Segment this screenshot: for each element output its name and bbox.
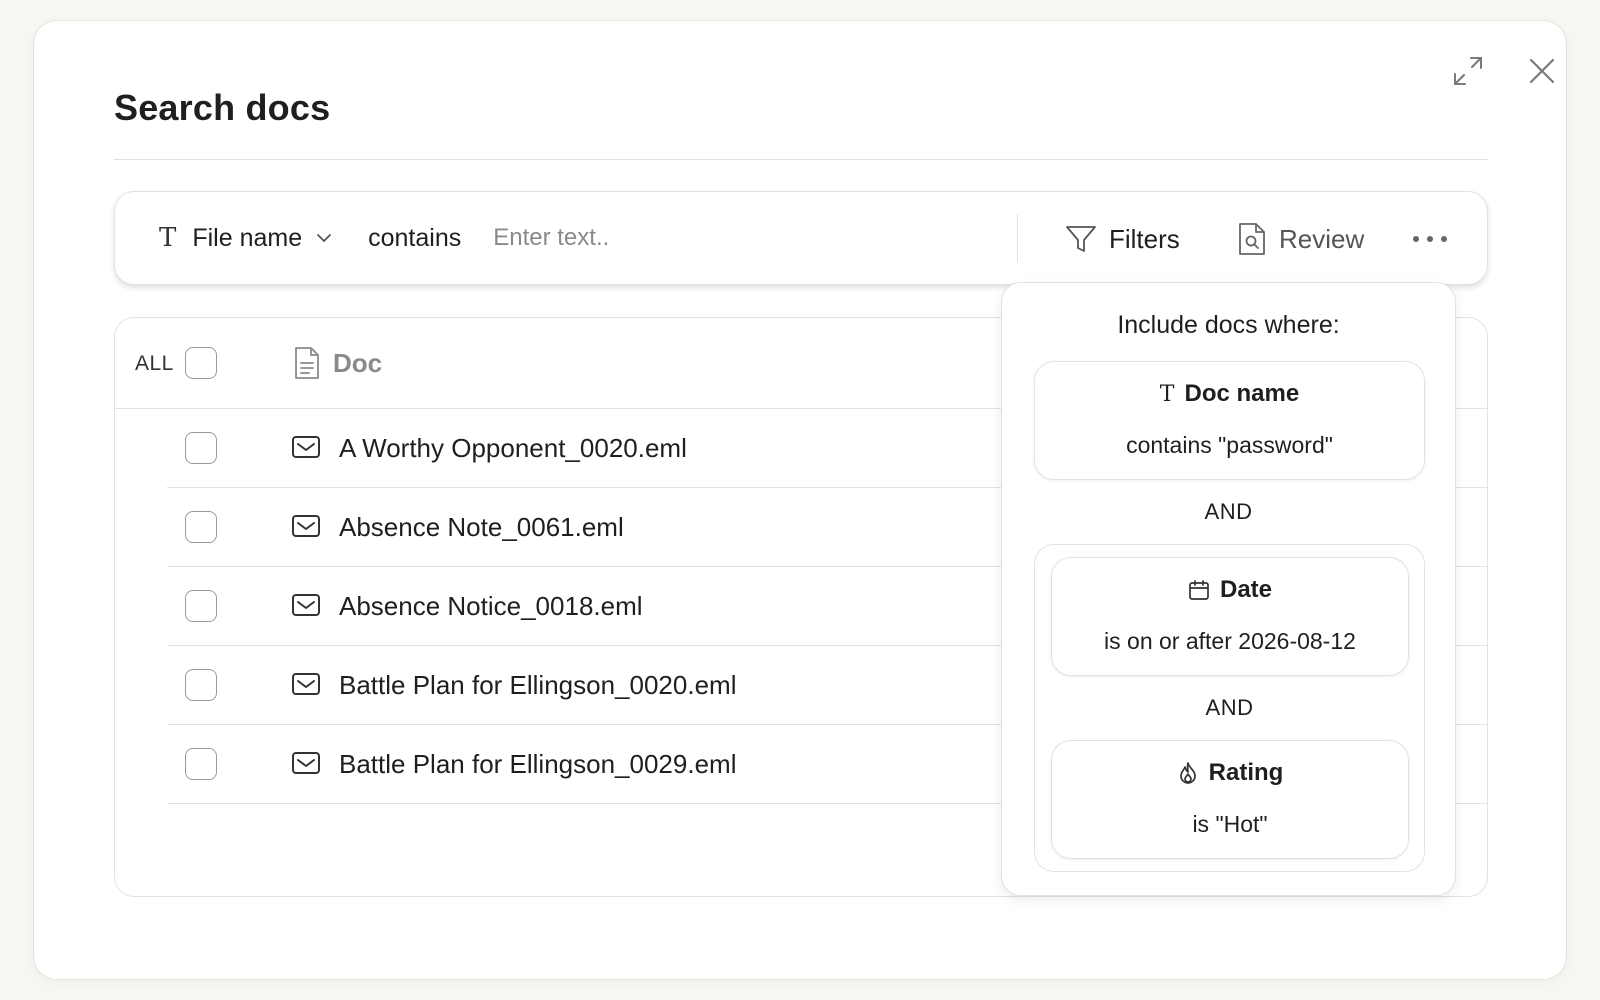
condition-title: Date [1219,576,1273,603]
filters-popover-heading: Include docs where: [1117,311,1340,339]
filters-popover: Include docs where: T Doc name contains … [1001,282,1456,896]
select-all-checkbox[interactable] [185,347,217,379]
doc-column-header[interactable]: Doc [293,346,382,380]
filters-button-label: Filters [1109,223,1180,254]
row-checkbox[interactable] [185,511,217,543]
row-checkbox[interactable] [185,432,217,464]
title-divider [114,159,1488,160]
review-button[interactable]: Review [1237,218,1364,260]
doc-file-name: Absence Notice_0018.eml [339,591,643,621]
chevron-down-icon [316,233,332,243]
calendar-icon [1189,580,1209,600]
and-connector: AND [1205,695,1254,720]
doc-file-name: Battle Plan for Ellingson_0029.eml [339,749,737,779]
doc-file-name: A Worthy Opponent_0020.eml [339,433,687,463]
close-icon [1529,58,1555,84]
search-input[interactable] [493,224,954,252]
filter-condition-doc-name[interactable]: T Doc name contains "password" [1034,361,1425,480]
page-title: Search docs [114,87,331,128]
filter-condition-group: Date is on or after 2026-08-12 AND Ratin… [1034,544,1425,872]
mail-icon [291,593,321,617]
document-icon [295,347,319,379]
more-options-button[interactable] [1405,218,1455,260]
toolbar-separator [1017,214,1018,262]
mail-icon [291,751,321,775]
document-search-icon [1239,223,1265,255]
row-checkbox[interactable] [185,590,217,622]
condition-description: is "Hot" [1192,811,1268,837]
condition-description: is on or after 2026-08-12 [1104,628,1356,654]
doc-file-name: Battle Plan for Ellingson_0020.eml [339,670,737,700]
doc-file-name: Absence Note_0061.eml [339,512,624,542]
expand-button[interactable] [1448,51,1488,91]
filter-icon [1066,226,1096,252]
operator-label[interactable]: contains [368,224,461,253]
close-button[interactable] [1522,51,1562,91]
row-checkbox[interactable] [185,748,217,780]
mail-icon [291,514,321,538]
more-horizontal-icon [1413,236,1447,242]
flame-icon [1179,762,1196,784]
condition-description: contains "password" [1126,432,1333,458]
search-bar: T File name contains Filters Review [114,191,1488,285]
and-connector: AND [1204,499,1253,524]
select-all-label: ALL [135,352,174,375]
doc-column-label: Doc [333,347,383,378]
filters-button[interactable]: Filters [1065,218,1180,260]
field-selector[interactable]: T File name [159,223,332,253]
text-type-icon: T [159,223,177,253]
text-type-icon: T [1159,381,1175,407]
expand-icon [1454,57,1482,85]
condition-title: Doc name [1184,380,1300,407]
mail-icon [291,435,321,459]
field-selector-label: File name [192,223,303,252]
condition-title: Rating [1208,759,1284,786]
mail-icon [291,672,321,696]
row-checkbox[interactable] [185,669,217,701]
filter-condition-rating[interactable]: Rating is "Hot" [1051,740,1409,859]
review-button-label: Review [1279,223,1365,254]
filter-condition-date[interactable]: Date is on or after 2026-08-12 [1051,557,1409,676]
